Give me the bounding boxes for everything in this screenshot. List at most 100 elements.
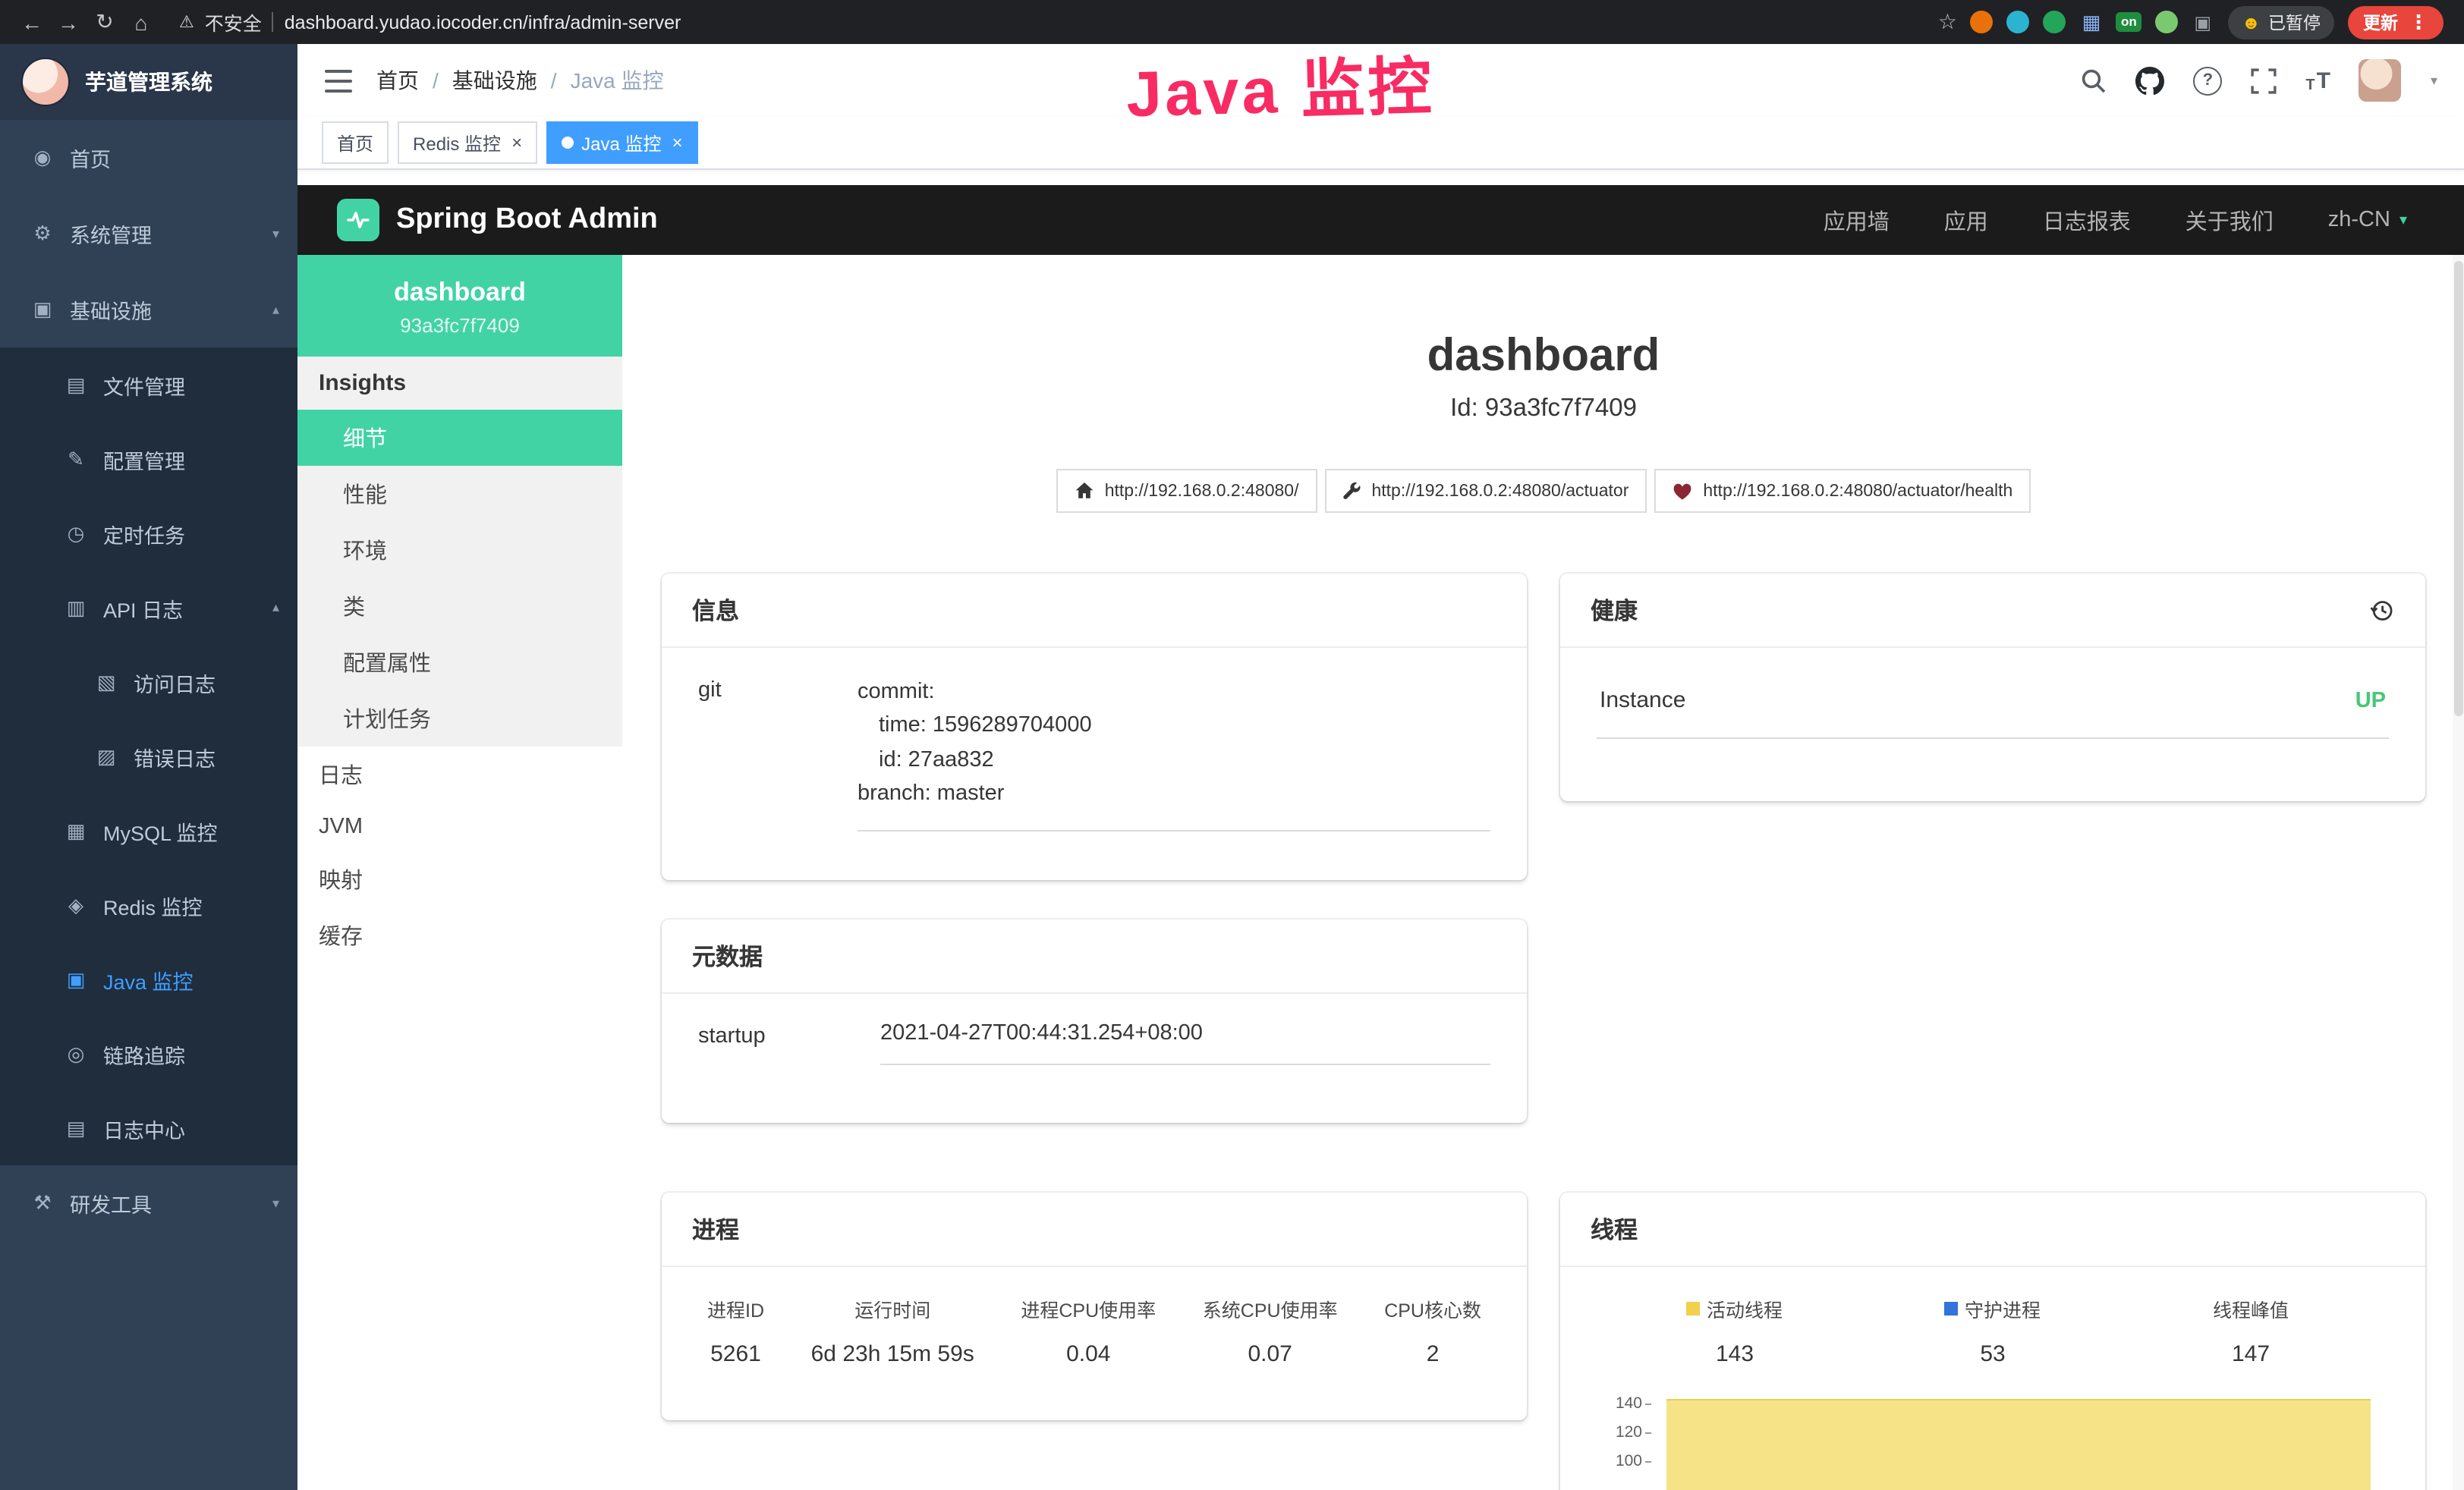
sidebar-item-java-monitor[interactable]: ▣ Java 监控	[0, 942, 297, 1017]
address-bar[interactable]: ⚠ 不安全 dashboard.yudao.iocoder.cn/infra/a…	[179, 8, 681, 36]
scrollbar[interactable]	[2453, 255, 2464, 1490]
github-icon[interactable]	[2135, 66, 2164, 95]
sba-item-details[interactable]: 细节	[297, 410, 622, 466]
sidebar-item-error-log[interactable]: ▨ 错误日志	[0, 719, 297, 794]
tag-label: 首页	[337, 130, 373, 156]
health-instance-row[interactable]: Instance UP	[1597, 675, 2389, 739]
user-menu-caret-icon[interactable]: ▾	[2431, 72, 2437, 89]
profile-avatar-emoji-icon: ☻	[2242, 11, 2261, 33]
extension-icon-2[interactable]	[2007, 11, 2030, 33]
sba-link-journal[interactable]: 日志报表	[2043, 204, 2131, 236]
sidebar-item-system-mgmt[interactable]: ⚙ 系统管理 ▾	[0, 196, 297, 272]
sidebar-collapse-icon[interactable]	[325, 69, 352, 92]
tags-bar: 首页 Redis 监控 × Java 监控 ×	[297, 117, 2464, 170]
sidebar-item-redis-monitor[interactable]: ◈ Redis 监控	[0, 868, 297, 942]
scrollbar-thumb[interactable]	[2454, 261, 2463, 716]
endpoint-actuator-url[interactable]: http://192.168.0.2:48080/actuator	[1324, 469, 1647, 513]
search-icon[interactable]	[2081, 68, 2107, 93]
endpoint-service-url[interactable]: http://192.168.0.2:48080/	[1056, 469, 1317, 513]
sidebar-item-label: 研发工具	[70, 1188, 152, 1218]
profile-paused-badge[interactable]: ☻ 已暂停	[2228, 5, 2334, 39]
bookmark-star-icon[interactable]: ☆	[1938, 9, 1957, 35]
monitor-icon: ▣	[30, 297, 55, 322]
spring-boot-admin-logo-icon[interactable]	[337, 199, 379, 241]
sba-item-classes[interactable]: 类	[297, 578, 622, 634]
help-icon[interactable]: ?	[2193, 66, 2222, 95]
app-logo[interactable]: 芋道管理系统	[0, 44, 297, 120]
extension-icon-4[interactable]	[2155, 11, 2178, 33]
tag-label: Java 监控	[581, 130, 661, 156]
spring-boot-admin-frame: Spring Boot Admin 应用墙 应用 日志报表 关于我们 zh-CN…	[297, 185, 2464, 1490]
tag-close-icon[interactable]: ×	[511, 134, 522, 152]
app-header: 首页 / 基础设施 / Java 监控 ?	[297, 44, 2464, 117]
not-secure-warning-icon: ⚠	[179, 12, 194, 32]
process-metric-cpu-cores: CPU核心数 2	[1384, 1294, 1481, 1367]
tag-redis-monitor[interactable]: Redis 监控 ×	[398, 121, 537, 164]
chrome-update-button[interactable]: 更新 ⋮	[2348, 5, 2444, 39]
sba-item-mappings[interactable]: 映射	[297, 851, 622, 907]
extensions-puzzle-icon[interactable]: ▣	[2192, 11, 2214, 33]
endpoint-health-url[interactable]: http://192.168.0.2:48080/actuator/health	[1654, 469, 2031, 513]
tag-home[interactable]: 首页	[322, 121, 389, 164]
logo-avatar-image	[21, 58, 70, 106]
sidebar-item-file-mgmt[interactable]: ▤ 文件管理	[0, 347, 297, 422]
sba-item-scheduled-tasks[interactable]: 计划任务	[297, 690, 622, 747]
fullscreen-icon[interactable]	[2251, 68, 2277, 93]
info-card-body: git commit: time: 1596289704000 id: 27aa…	[662, 648, 1527, 859]
browser-menu-kebab-icon[interactable]: ⋮	[2409, 10, 2428, 34]
extension-grid-icon[interactable]: ▦	[2080, 11, 2103, 33]
sidebar-item-config-mgmt[interactable]: ✎ 配置管理	[0, 422, 297, 496]
sidebar-item-label: Redis 监控	[103, 890, 203, 920]
health-heart-icon	[1673, 482, 1692, 500]
history-icon[interactable]	[2369, 597, 2395, 623]
sidebar-item-dev-tools[interactable]: ⚒ 研发工具 ▾	[0, 1165, 297, 1241]
sba-link-about[interactable]: 关于我们	[2186, 204, 2274, 236]
sidebar-item-access-log[interactable]: ▧ 访问日志	[0, 645, 297, 719]
legend-daemon-threads[interactable]: 守护进程 53	[1864, 1294, 2122, 1367]
metadata-value: 2021-04-27T00:44:31.254+08:00	[880, 1021, 1490, 1065]
extension-icon-3[interactable]	[2044, 11, 2066, 33]
status-badge: UP	[2355, 688, 2386, 712]
sba-item-config-props[interactable]: 配置属性	[297, 634, 622, 690]
breadcrumb-current: Java 监控	[571, 65, 664, 96]
sidebar-item-infrastructure[interactable]: ▣ 基础设施 ▴	[0, 272, 297, 347]
sidebar-item-mysql-monitor[interactable]: ▦ MySQL 监控	[0, 794, 297, 868]
sba-title[interactable]: Spring Boot Admin	[396, 203, 658, 237]
active-tag-dot	[562, 137, 574, 149]
sba-link-wallboard[interactable]: 应用墙	[1824, 204, 1890, 236]
sidebar-item-tracing[interactable]: ◎ 链路追踪	[0, 1017, 297, 1091]
sba-item-performance[interactable]: 性能	[297, 466, 622, 522]
sba-item-environment[interactable]: 环境	[297, 522, 622, 578]
java-monitor-icon: ▣	[64, 967, 88, 992]
home-icon	[1075, 481, 1094, 501]
sba-locale-select[interactable]: zh-CN ▾	[2328, 208, 2407, 232]
chevron-down-icon: ▾	[272, 225, 279, 242]
tag-close-icon[interactable]: ×	[672, 134, 682, 152]
back-icon[interactable]: ←	[15, 10, 49, 34]
sidebar-item-log-center[interactable]: ▤ 日志中心	[0, 1091, 297, 1165]
chevron-up-icon: ▴	[272, 599, 279, 616]
reload-icon[interactable]: ↻	[88, 9, 121, 35]
breadcrumb-home[interactable]: 首页	[376, 65, 419, 96]
threads-chart: 140 120 100	[1597, 1394, 2389, 1490]
sba-item-jvm[interactable]: JVM	[297, 803, 622, 851]
sba-item-logs[interactable]: 日志	[297, 747, 622, 803]
breadcrumb-infrastructure[interactable]: 基础设施	[452, 65, 537, 96]
tools-icon: ⚒	[30, 1191, 55, 1215]
forward-icon[interactable]: →	[52, 10, 85, 34]
sidebar-item-label: 链路追踪	[103, 1039, 185, 1069]
sba-instance-header[interactable]: dashboard 93a3fc7f7409	[297, 255, 622, 357]
extension-icon-1[interactable]	[1971, 11, 1994, 33]
tag-java-monitor[interactable]: Java 监控 ×	[546, 121, 697, 164]
sidebar-item-label: 配置管理	[103, 444, 185, 474]
sidebar-item-scheduled-jobs[interactable]: ◷ 定时任务	[0, 496, 297, 571]
sba-link-applications[interactable]: 应用	[1944, 204, 1988, 236]
sidebar-item-api-log[interactable]: ▥ API 日志 ▴	[0, 571, 297, 645]
browser-home-icon[interactable]: ⌂	[124, 10, 158, 34]
extension-on-badge[interactable]: on	[2116, 13, 2141, 32]
user-avatar[interactable]	[2359, 59, 2402, 102]
sidebar-item-home[interactable]: ◉ 首页	[0, 120, 297, 196]
legend-active-threads[interactable]: 活动线程 143	[1606, 1294, 1864, 1367]
sba-item-caches[interactable]: 缓存	[297, 907, 622, 963]
font-size-icon[interactable]: TT	[2305, 68, 2330, 93]
